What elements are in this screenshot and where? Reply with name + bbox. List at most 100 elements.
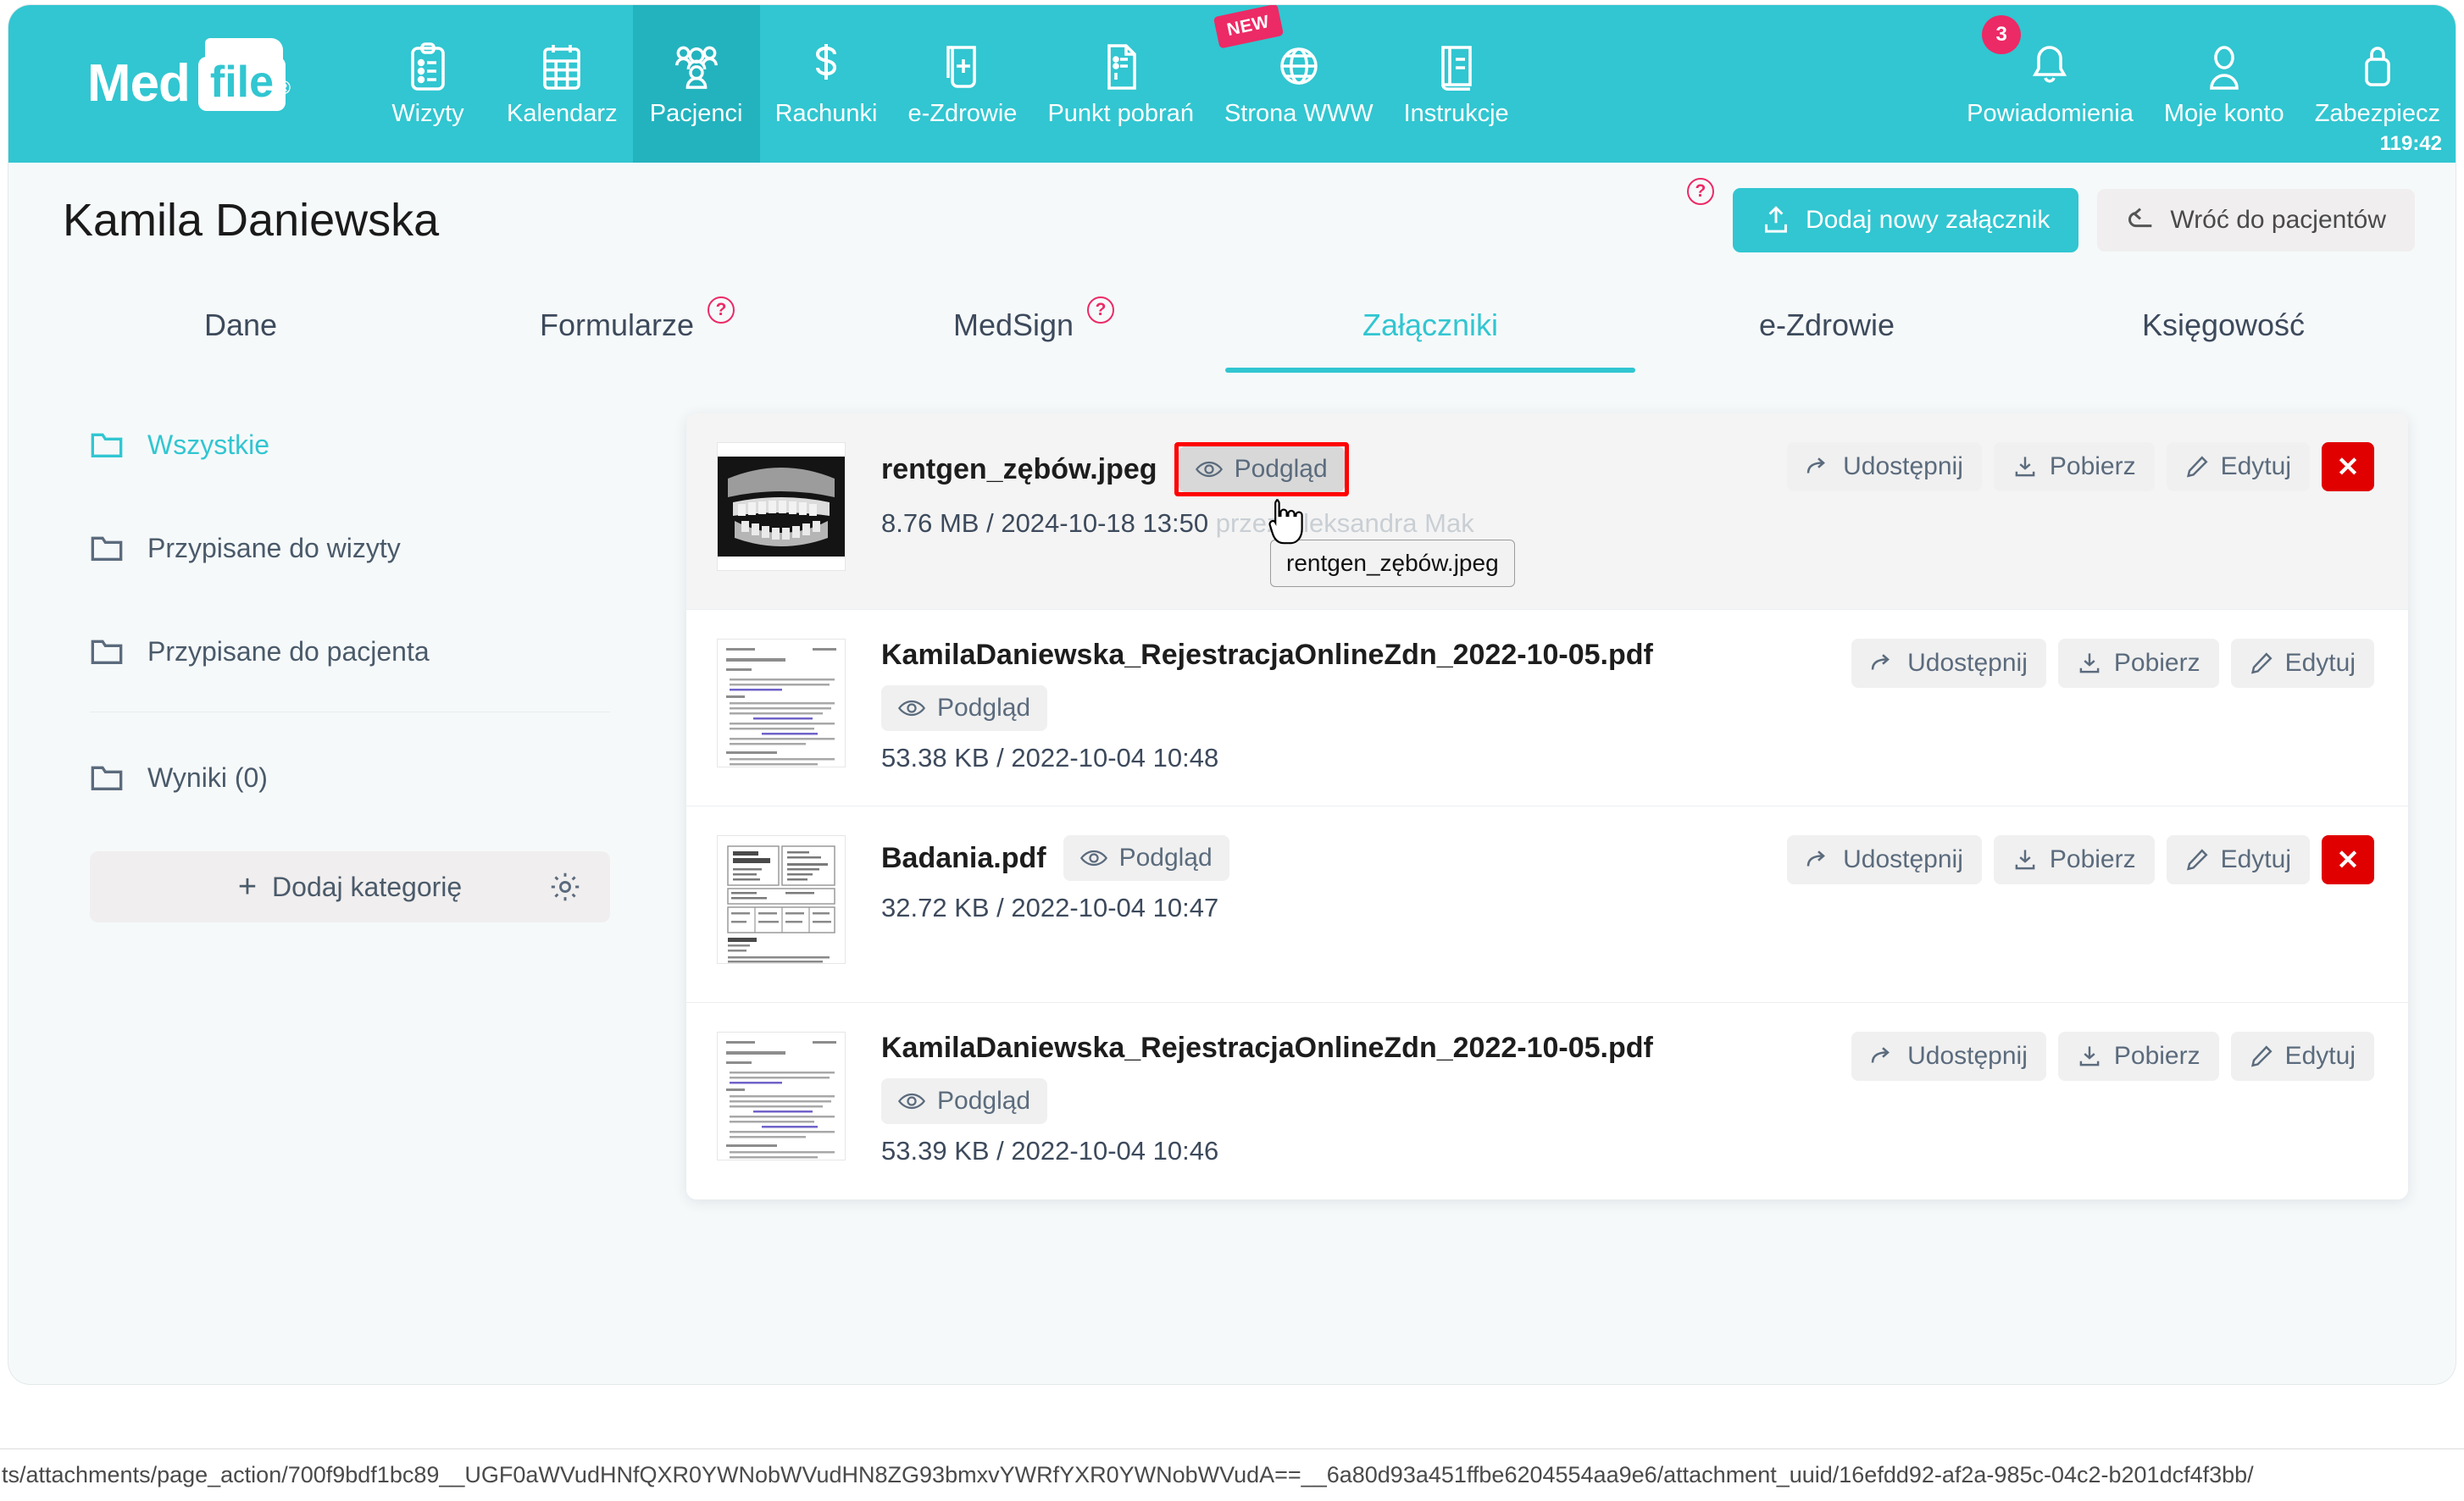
preview-row: Podgląd — [881, 685, 2374, 731]
nav-item-label: Punkt pobrań — [1047, 99, 1194, 127]
nav-item-punkt-pobran[interactable]: Punkt pobrań — [1032, 5, 1209, 163]
attachment-uploaded-by: przez Aleksandra Mak — [1215, 508, 1474, 538]
folder-icon — [90, 637, 124, 666]
table-row[interactable]: KamilaDaniewska_RejestracjaOnlineZdn_202… — [686, 610, 2408, 806]
nav-item-rachunki[interactable]: Rachunki — [760, 5, 893, 163]
share-button[interactable]: Udostępnij — [1787, 442, 1982, 491]
tab-label: Załączniki — [1362, 307, 1499, 342]
session-timer: 119:42 — [2379, 132, 2442, 155]
nav-item-strona-www[interactable]: NEW Strona WWW — [1209, 5, 1389, 163]
edit-button[interactable]: Edytuj — [2230, 639, 2374, 688]
tab-medsign[interactable]: MedSign ? — [835, 278, 1232, 373]
tab-dane[interactable]: Dane — [42, 278, 439, 373]
attachment-thumbnail[interactable] — [717, 639, 846, 767]
attachment-thumbnail[interactable] — [717, 442, 846, 571]
nav-item-pacjenci[interactable]: Pacjenci — [632, 5, 760, 163]
pencil-icon — [2250, 652, 2273, 674]
preview-button[interactable]: Podgląd — [881, 1078, 1048, 1124]
category-przypisane-do-pacjenta[interactable]: Przypisane do pacjenta — [90, 620, 610, 683]
delete-button[interactable]: ✕ — [2322, 835, 2374, 884]
pencil-icon — [2185, 849, 2209, 871]
tab-label: e-Zdrowie — [1758, 307, 1895, 342]
registered-mark: ® — [276, 77, 291, 98]
attachment-date: 2024-10-18 13:50 — [1001, 508, 1209, 538]
table-row[interactable]: Badania.pdf Podgląd 32.72 KB / 2022-10-0… — [686, 806, 2408, 1003]
download-button[interactable]: Pobierz — [1993, 835, 2155, 884]
nav-item-wizyty[interactable]: Wizyty — [364, 5, 491, 163]
nav-item-ezdrowie[interactable]: e-Zdrowie — [893, 5, 1033, 163]
edit-label: Edytuj — [2220, 452, 2291, 480]
gear-icon[interactable] — [549, 871, 581, 903]
download-label: Pobierz — [2049, 452, 2136, 480]
preview-button[interactable]: Podgląd — [881, 685, 1048, 731]
download-icon — [2012, 456, 2038, 478]
edit-button[interactable]: Edytuj — [2166, 835, 2310, 884]
edit-label: Edytuj — [2220, 845, 2291, 873]
preview-label: Podgląd — [937, 694, 1031, 722]
category-wszystkie[interactable]: Wszystkie — [90, 413, 610, 476]
nav-item-moje-konto[interactable]: Moje konto — [2149, 5, 2300, 163]
tab-label: Księgowość — [2141, 307, 2306, 342]
attachment-date: 2022-10-04 10:47 — [1011, 893, 1219, 922]
row-actions: Udostępnij Pobierz — [1851, 1032, 2374, 1081]
tab-label: Dane — [203, 307, 278, 342]
preview-button[interactable]: Podgląd — [1063, 835, 1229, 881]
status-url: ts/attachments/page_action/700f9bdf1bc89… — [2, 1461, 2254, 1487]
download-label: Pobierz — [2113, 1042, 2200, 1070]
nav-item-kalendarz[interactable]: Kalendarz — [491, 5, 633, 163]
table-row[interactable]: rentgen_zębów.jpeg Podgląd 8.76 MB / 202… — [686, 413, 2408, 610]
attachment-thumbnail[interactable] — [717, 1032, 846, 1160]
delete-button[interactable]: ✕ — [2322, 442, 2374, 491]
attachment-size: 8.76 MB — [881, 508, 979, 538]
share-label: Udostępnij — [1843, 452, 1963, 480]
download-button[interactable]: Pobierz — [1993, 442, 2155, 491]
top-navigation: Med file ® Wizyty Kalendarz Pacjenci Rac… — [8, 5, 2456, 163]
share-icon — [1870, 653, 1895, 673]
add-category-button[interactable]: + Dodaj kategorię — [90, 851, 610, 922]
table-row[interactable]: KamilaDaniewska_RejestracjaOnlineZdn_202… — [686, 1003, 2408, 1199]
lock-icon — [2358, 42, 2397, 91]
help-icon[interactable]: ? — [1686, 178, 1714, 205]
tab-ksiegowosc[interactable]: Księgowość — [2025, 278, 2422, 373]
attachment-size: 53.39 KB — [881, 1136, 990, 1166]
preview-row: Podgląd — [881, 1078, 2374, 1124]
patients-icon — [672, 42, 721, 91]
attachments-panel: rentgen_zębów.jpeg Podgląd 8.76 MB / 202… — [686, 413, 2408, 1199]
edit-button[interactable]: Edytuj — [2230, 1032, 2374, 1081]
meta-separator: / — [996, 1136, 1004, 1166]
tab-zalaczniki[interactable]: Załączniki — [1232, 278, 1629, 373]
tab-label: Formularze — [539, 307, 695, 342]
row-actions: Udostępnij Pobierz — [1851, 639, 2374, 688]
nav-item-label: Kalendarz — [507, 99, 618, 127]
category-label: Przypisane do wizyty — [147, 532, 401, 563]
attachment-meta: 53.39 KB / 2022-10-04 10:46 — [881, 1136, 2374, 1166]
nav-item-label: Moje konto — [2163, 99, 2284, 127]
help-icon[interactable]: ? — [708, 296, 735, 324]
category-przypisane-do-wizyty[interactable]: Przypisane do wizyty — [90, 517, 610, 579]
share-label: Udostępnij — [1843, 845, 1963, 873]
share-button[interactable]: Udostępnij — [1787, 835, 1982, 884]
add-attachment-button[interactable]: Dodaj nowy załącznik — [1732, 188, 2079, 252]
nav-item-instrukcje[interactable]: Instrukcje — [1389, 5, 1524, 163]
download-button[interactable]: Pobierz — [2057, 639, 2219, 688]
share-button[interactable]: Udostępnij — [1851, 639, 2046, 688]
tab-ezdrowie[interactable]: e-Zdrowie — [1629, 278, 2025, 373]
edit-button[interactable]: Edytuj — [2166, 442, 2310, 491]
help-icon[interactable]: ? — [1087, 296, 1115, 324]
row-actions: Udostępnij Pobierz — [1787, 442, 2374, 491]
logo-file-text: file — [209, 58, 275, 107]
share-button[interactable]: Udostępnij — [1851, 1032, 2046, 1081]
logo-file-chip: file ® — [197, 38, 291, 111]
nav-item-zabezpiecz[interactable]: Zabezpiecz 119:42 — [2300, 5, 2456, 163]
preview-button[interactable]: Podgląd — [1178, 446, 1345, 492]
nav-item-powiadomienia[interactable]: 3 Powiadomienia — [1951, 5, 2149, 163]
download-button[interactable]: Pobierz — [2057, 1032, 2219, 1081]
attachment-thumbnail[interactable] — [717, 835, 846, 964]
tab-formularze[interactable]: Formularze ? — [439, 278, 835, 373]
category-wyniki[interactable]: Wyniki (0) — [90, 746, 610, 809]
filename-tooltip: rentgen_zębów.jpeg — [1270, 540, 1515, 587]
medfile-logo[interactable]: Med file ® — [8, 5, 364, 163]
back-to-patients-button[interactable]: Wróć do pacjentów — [2097, 189, 2415, 252]
